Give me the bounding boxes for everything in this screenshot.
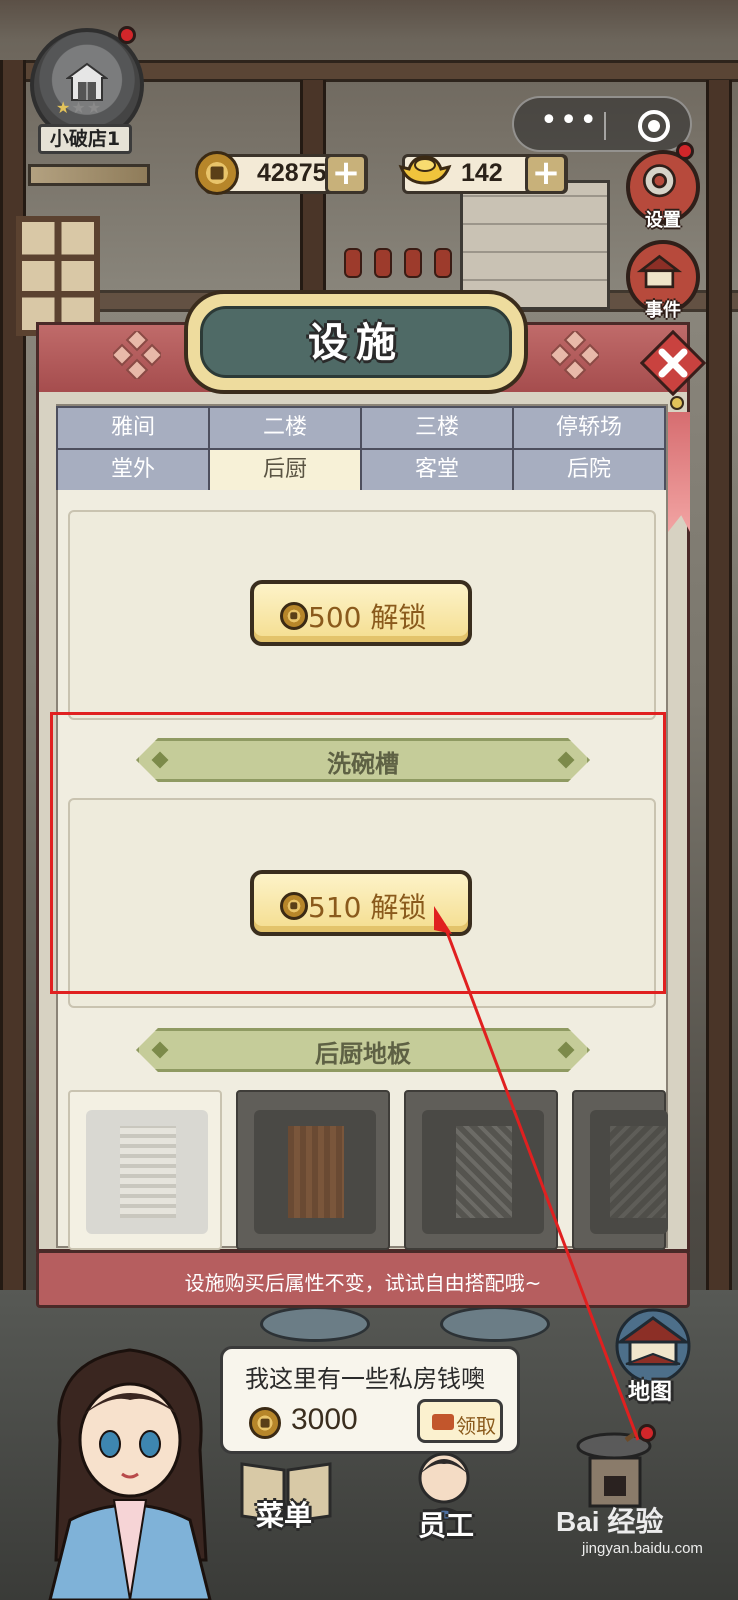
gold-value: 142 xyxy=(461,159,503,187)
claim-label: 领取 xyxy=(456,1414,496,1438)
settings-button[interactable]: 设置 xyxy=(626,150,700,231)
facility-tabs: 雅间 二楼 三楼 停轿场 堂外 后厨 客堂 后院 xyxy=(56,406,666,490)
watermark: Bai 经验 jingyan.baidu.com xyxy=(556,1500,703,1557)
tab-sedan-parking[interactable]: 停轿场 xyxy=(514,408,664,448)
footer-tip: 设施购买后属性不变，试试自由搭配哦~ xyxy=(184,1271,542,1295)
floor-option[interactable] xyxy=(572,1090,668,1250)
close-miniprogram-icon[interactable] xyxy=(638,110,670,142)
lantern xyxy=(434,248,452,278)
floor-swatch xyxy=(590,1110,668,1234)
floor-swatch xyxy=(254,1110,376,1234)
tab-backyard[interactable]: 后院 xyxy=(514,450,664,490)
miniprogram-capsule: ••• xyxy=(512,96,692,152)
copper-coin-icon xyxy=(280,602,308,630)
table xyxy=(440,1306,550,1342)
bubble-text: 我这里有一些私房钱噢 xyxy=(245,1365,485,1393)
table xyxy=(260,1306,370,1342)
floor-option[interactable] xyxy=(404,1090,558,1250)
shop-name: 小破店1 xyxy=(38,124,132,154)
more-icon[interactable]: ••• xyxy=(540,106,599,136)
events-button[interactable]: 事件 xyxy=(626,240,700,321)
house-icon xyxy=(66,62,108,101)
tassel-bead xyxy=(670,396,684,410)
flower-ornament-icon xyxy=(113,331,161,379)
close-icon[interactable] xyxy=(640,330,706,396)
capsule-divider xyxy=(604,112,606,140)
gold-ingot-icon xyxy=(398,155,452,185)
lantern xyxy=(374,248,392,278)
floor-option[interactable] xyxy=(236,1090,390,1250)
unlock-button[interactable]: 500 解锁 xyxy=(250,580,472,646)
floor-swatch xyxy=(86,1110,208,1234)
section-banner-kitchen-floor: 后厨地板 xyxy=(136,1028,590,1072)
character-illustration xyxy=(48,1348,212,1600)
shop-stars: ★★★ xyxy=(56,98,103,117)
tab-second-floor[interactable]: 二楼 xyxy=(210,408,360,448)
video-camera-icon xyxy=(432,1414,454,1430)
map-label: 地图 xyxy=(628,1380,673,1405)
tab-outside-hall[interactable]: 堂外 xyxy=(58,450,208,490)
tassel xyxy=(668,412,690,532)
add-gold-button[interactable]: + xyxy=(525,154,567,194)
watermark-sub: jingyan.baidu.com xyxy=(582,1540,703,1557)
unlock-price: 500 解锁 xyxy=(308,601,427,634)
window xyxy=(16,216,100,336)
panel-title-plaque: 设施 xyxy=(184,290,528,394)
floor-option[interactable] xyxy=(68,1090,222,1250)
floor-pattern xyxy=(610,1126,666,1218)
tab-third-floor[interactable]: 三楼 xyxy=(362,408,512,448)
bubble-amount: 3000 xyxy=(291,1403,358,1436)
copper-coin-icon xyxy=(249,1407,281,1439)
watermark-main: Bai 经验 xyxy=(556,1506,664,1537)
copper-coin-icon xyxy=(195,151,239,195)
floor-pattern xyxy=(456,1126,512,1218)
settings-notification-dot xyxy=(676,142,694,160)
copper-value: 42875 xyxy=(257,159,327,187)
events-label: 事件 xyxy=(645,300,681,321)
tab-back-kitchen[interactable]: 后厨 xyxy=(210,450,360,490)
notification-dot xyxy=(118,26,136,44)
floor-pattern xyxy=(288,1126,344,1218)
staff-button[interactable]: 员工 xyxy=(418,1504,474,1544)
stove-notification-dot xyxy=(638,1424,656,1442)
lantern xyxy=(344,248,362,278)
tab-private-room[interactable]: 雅间 xyxy=(58,408,208,448)
panel-footer: 设施购买后属性不变，试试自由搭配哦~ xyxy=(36,1250,690,1308)
speech-bubble: 我这里有一些私房钱噢 3000 领取 xyxy=(220,1346,520,1454)
floor-swatch xyxy=(422,1110,544,1234)
highlight-box xyxy=(50,712,666,994)
lantern xyxy=(404,248,422,278)
flower-ornament-icon xyxy=(551,331,599,379)
menu-button[interactable]: 菜单 xyxy=(256,1494,312,1534)
tab-guest-hall[interactable]: 客堂 xyxy=(362,450,512,490)
panel-title: 设施 xyxy=(308,320,404,366)
section-title: 后厨地板 xyxy=(315,1040,411,1068)
gold-counter: 142 + xyxy=(398,154,568,194)
shop-progress-bar xyxy=(28,164,150,186)
add-copper-button[interactable]: + xyxy=(325,154,367,194)
settings-label: 设置 xyxy=(645,210,681,231)
claim-button[interactable]: 领取 xyxy=(417,1399,503,1443)
floor-pattern xyxy=(120,1126,176,1218)
copper-counter: 42875 + xyxy=(195,151,368,195)
